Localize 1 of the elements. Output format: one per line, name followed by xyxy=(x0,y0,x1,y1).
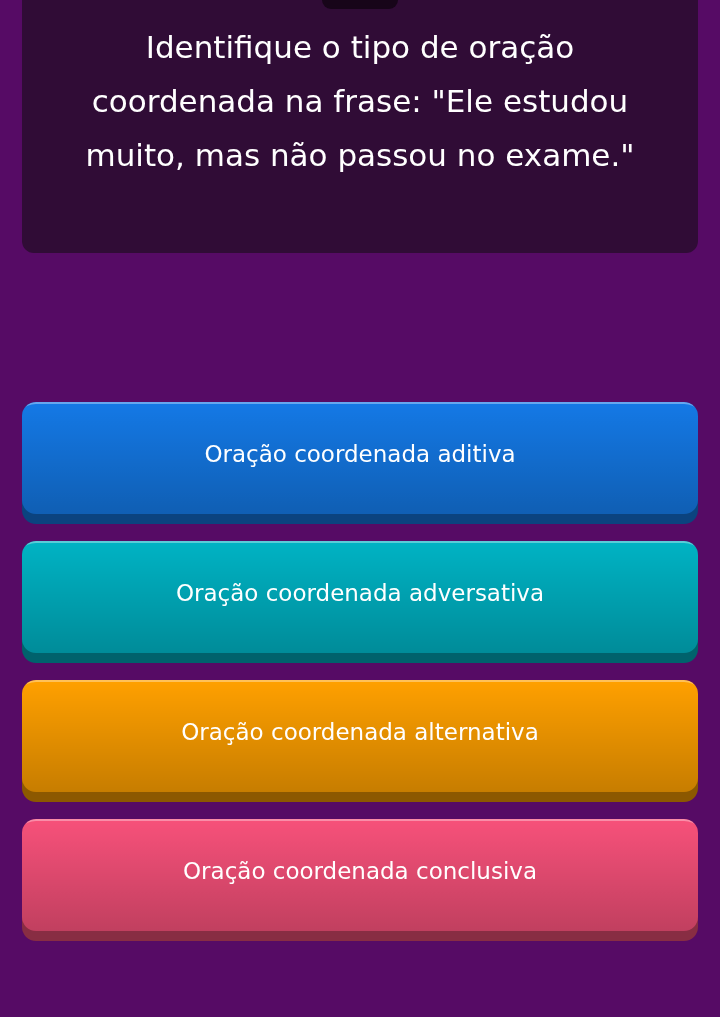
question-text: Identifique o tipo de oração coordenada na frase: "Ele estudou muito, mas não passou no exame." xyxy=(84,28,636,175)
